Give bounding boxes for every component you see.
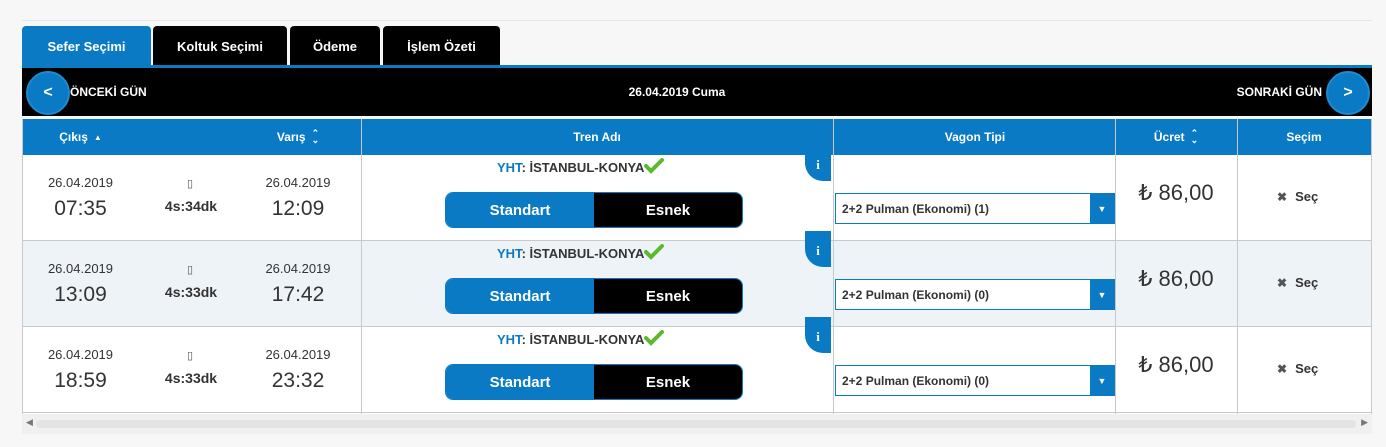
- close-icon: ✖: [1277, 190, 1288, 204]
- next-day-label[interactable]: SONRAKİ GÜN: [1237, 85, 1322, 99]
- wagon-type-value: 2+2 Pulman (Ekonomi) (1): [842, 201, 990, 216]
- info-icon[interactable]: i: [805, 231, 831, 267]
- departure-date: 26.04.2019: [47, 347, 114, 362]
- sort-icon: ⌃ ⌄: [311, 128, 320, 145]
- check-icon: [644, 158, 665, 174]
- scrollbar-thumb[interactable]: [36, 420, 1356, 428]
- wagon-type-select[interactable]: 2+2 Pulman (Ekonomi) (0) ▼: [835, 365, 1115, 396]
- check-icon: [644, 244, 665, 260]
- standard-option-button[interactable]: Standart: [446, 365, 594, 399]
- departure-time: 07:35: [54, 197, 107, 220]
- select-trip-button[interactable]: ✖ Seç: [1277, 361, 1318, 376]
- flex-option-button[interactable]: Esnek: [594, 365, 742, 399]
- select-trip-button[interactable]: ✖ Seç: [1277, 275, 1318, 290]
- sort-asc-icon: ▲: [93, 132, 102, 142]
- header-departure[interactable]: Çıkış ▲: [23, 119, 138, 155]
- header-wagon: Vagon Tipi: [944, 130, 1006, 144]
- departure-date: 26.04.2019: [47, 261, 114, 276]
- dropdown-arrow-icon[interactable]: ▼: [1090, 194, 1114, 223]
- duration: 4s:34dk: [164, 198, 218, 214]
- flex-option-button[interactable]: Esnek: [594, 279, 742, 313]
- arrival-time: 23:32: [271, 369, 325, 392]
- top-divider: [22, 20, 1372, 21]
- train-icon: ▯: [187, 264, 194, 276]
- train-name: YHT: İSTANBUL-KONYA: [497, 244, 665, 261]
- tab-koltuk-secimi[interactable]: Koltuk Seçimi: [153, 26, 287, 66]
- day-navigation-bar: < ÖNCEKİ GÜN 26.04.2019 Cuma SONRAKİ GÜN…: [22, 68, 1372, 116]
- standard-option-button[interactable]: Standart: [446, 279, 594, 313]
- tab-islem-ozeti[interactable]: İşlem Özeti: [383, 26, 500, 66]
- train-route: : İSTANBUL-KONYA: [521, 332, 645, 347]
- info-icon[interactable]: i: [805, 317, 831, 353]
- current-date: 26.04.2019 Cuma: [628, 85, 726, 99]
- fare-class-toggle: Standart Esnek: [445, 278, 743, 314]
- train-type: YHT: [497, 160, 522, 175]
- train-route: : İSTANBUL-KONYA: [521, 246, 645, 261]
- train-route: : İSTANBUL-KONYA: [521, 160, 645, 175]
- select-label: Seç: [1295, 189, 1319, 204]
- departure-time: 13:09: [54, 283, 107, 306]
- dropdown-arrow-icon[interactable]: ▼: [1090, 366, 1114, 395]
- scroll-left-icon[interactable]: ◀: [26, 417, 33, 428]
- arrival-date: 26.04.2019: [265, 347, 331, 362]
- duration: 4s:33dk: [164, 370, 218, 386]
- train-icon: ▯: [187, 178, 194, 190]
- column-divider: [361, 119, 362, 414]
- wagon-type-select[interactable]: 2+2 Pulman (Ekonomi) (0) ▼: [835, 279, 1115, 310]
- train-name: YHT: İSTANBUL-KONYA: [497, 158, 665, 175]
- fare-price: ₺ 86,00: [1138, 180, 1214, 205]
- fare-class-toggle: Standart Esnek: [445, 192, 743, 228]
- fare-class-toggle: Standart Esnek: [445, 364, 743, 400]
- table-row: 26.04.2019 18:59 ▯ 4s:33dk 26.04.2019 23…: [23, 317, 1371, 413]
- horizontal-scrollbar[interactable]: ◀ ▶: [22, 414, 1372, 434]
- close-icon: ✖: [1277, 276, 1288, 290]
- select-label: Seç: [1295, 275, 1319, 290]
- scroll-right-icon[interactable]: ▶: [1361, 417, 1368, 428]
- arrival-time: 12:09: [271, 197, 325, 220]
- tab-odeme[interactable]: Ödeme: [290, 26, 380, 66]
- header-arrival-label: Varış: [276, 130, 306, 144]
- flex-option-button[interactable]: Esnek: [594, 193, 742, 227]
- header-fare-label: Ücret: [1153, 130, 1185, 144]
- trip-table: Çıkış ▲ Varış ⌃ ⌄ Tren Adı Vagon Tipi Ücr…: [22, 119, 1372, 414]
- departure-time: 18:59: [54, 369, 107, 392]
- wagon-type-select[interactable]: 2+2 Pulman (Ekonomi) (1) ▼: [835, 193, 1115, 224]
- dropdown-arrow-icon[interactable]: ▼: [1090, 280, 1114, 309]
- train-name: YHT: İSTANBUL-KONYA: [497, 330, 665, 347]
- arrival-date: 26.04.2019: [265, 175, 331, 190]
- arrival-time: 17:42: [271, 283, 325, 306]
- train-type: YHT: [497, 246, 522, 261]
- select-label: Seç: [1295, 361, 1319, 376]
- column-divider: [833, 119, 834, 414]
- header-selection: Seçim: [1286, 130, 1322, 144]
- train-icon: ▯: [187, 350, 194, 362]
- header-train: Tren Adı: [573, 130, 621, 144]
- next-day-button[interactable]: >: [1326, 71, 1370, 115]
- arrival-date: 26.04.2019: [265, 261, 331, 276]
- header-fare[interactable]: Ücret ⌃ ⌄: [1115, 119, 1237, 155]
- wagon-type-value: 2+2 Pulman (Ekonomi) (0): [842, 287, 990, 302]
- column-divider: [1237, 119, 1238, 414]
- wagon-type-value: 2+2 Pulman (Ekonomi) (0): [842, 373, 990, 388]
- table-header: Çıkış ▲ Varış ⌃ ⌄ Tren Adı Vagon Tipi Ücr…: [23, 119, 1371, 155]
- fare-price: ₺ 86,00: [1138, 266, 1214, 291]
- departure-date: 26.04.2019: [47, 175, 114, 190]
- table-row: 26.04.2019 13:09 ▯ 4s:33dk 26.04.2019 17…: [23, 231, 1371, 327]
- close-icon: ✖: [1277, 362, 1288, 376]
- table-row: 26.04.2019 07:35 ▯ 4s:34dk 26.04.2019 12…: [23, 145, 1371, 241]
- duration: 4s:33dk: [164, 284, 218, 300]
- fare-price: ₺ 86,00: [1138, 352, 1214, 377]
- tab-sefer-secimi[interactable]: Sefer Seçimi: [22, 26, 151, 66]
- select-trip-button[interactable]: ✖ Seç: [1277, 189, 1318, 204]
- sort-icon: ⌃ ⌄: [1190, 128, 1199, 145]
- standard-option-button[interactable]: Standart: [446, 193, 594, 227]
- info-icon[interactable]: i: [805, 145, 831, 181]
- column-divider: [1115, 119, 1116, 414]
- train-type: YHT: [497, 332, 522, 347]
- check-icon: [644, 330, 665, 346]
- header-arrival[interactable]: Varış ⌃ ⌄: [248, 119, 348, 155]
- header-departure-label: Çıkış: [59, 130, 88, 144]
